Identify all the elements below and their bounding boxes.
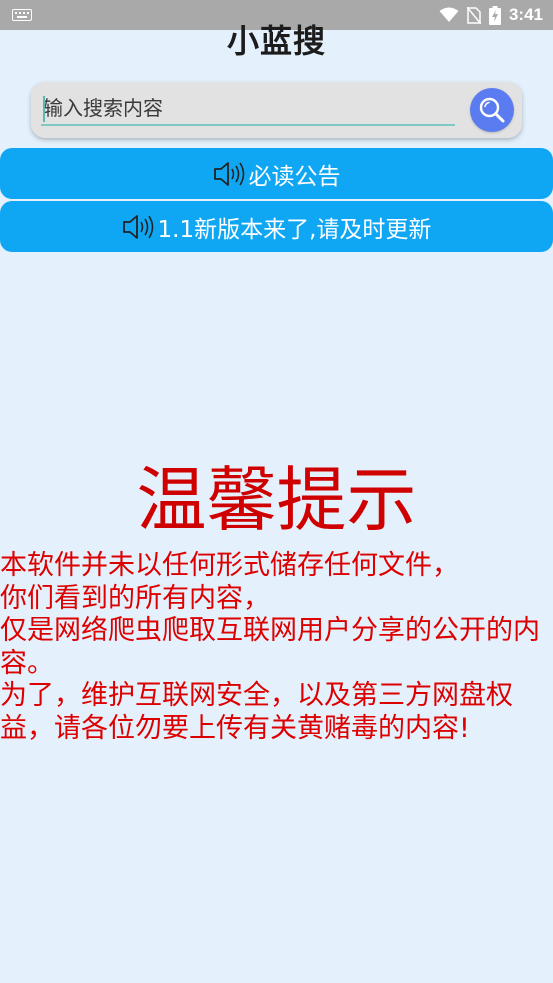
search-box: [31, 82, 522, 138]
notice-label: 必读公告: [248, 163, 341, 190]
tip-line: 仅是网络爬虫爬取互联网用户分享的公开的内容。: [0, 615, 540, 679]
speaker-icon: [122, 214, 153, 239]
search-input[interactable]: [41, 92, 455, 126]
notice-button-must-read[interactable]: 必读公告: [0, 148, 553, 199]
search-icon: [479, 97, 505, 123]
notice-button-update[interactable]: 1.1新版本来了,请及时更新: [0, 201, 553, 252]
search-button[interactable]: [470, 88, 514, 132]
tip-line: 你们看到的所有内容，: [0, 582, 270, 614]
tip-body: 本软件并未以任何形式储存任何文件， 你们看到的所有内容， 仅是网络爬虫爬取互联网…: [0, 550, 553, 745]
tip-line: 本软件并未以任何形式储存任何文件，: [0, 550, 459, 581]
speaker-icon: [213, 161, 244, 186]
notice-label: 1.1新版本来了,请及时更新: [157, 216, 432, 243]
tip-title: 温馨提示: [136, 459, 417, 541]
app-title: 小蓝搜: [226, 22, 326, 60]
tip-line: 为了，维护互联网安全，以及第三方网盘权益，请各位勿要上传有关黄赌毒的内容!: [0, 680, 513, 744]
text-cursor: [43, 96, 45, 122]
